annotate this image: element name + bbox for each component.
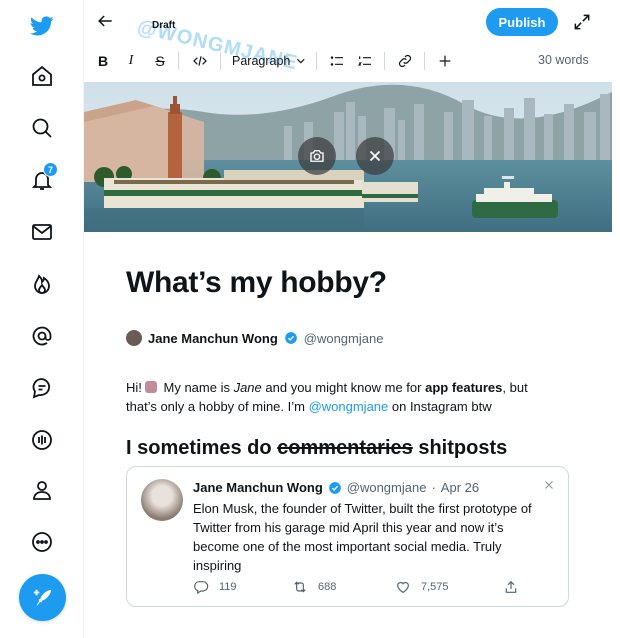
italic-button[interactable]: I bbox=[124, 50, 138, 72]
compose-icon bbox=[33, 589, 51, 605]
para-text: Hi! bbox=[126, 380, 142, 395]
retweet-icon bbox=[294, 581, 306, 593]
para-text: My name is bbox=[159, 380, 234, 395]
embedded-tweet[interactable]: Jane Manchun Wong @wongmjane · Apr 26 El… bbox=[126, 466, 569, 607]
expand-button[interactable] bbox=[572, 12, 592, 32]
tweet-header: Jane Manchun Wong @wongmjane · Apr 26 bbox=[193, 480, 479, 495]
chevron-down-icon bbox=[297, 58, 305, 64]
remove-photo-button[interactable] bbox=[356, 137, 394, 175]
home-icon[interactable] bbox=[22, 56, 62, 96]
article-paragraph[interactable]: Hi! My name is Jane and you might know m… bbox=[126, 378, 546, 416]
article-subheading[interactable]: I sometimes do commentaries shitposts bbox=[126, 437, 507, 460]
tweet-author-avatar[interactable] bbox=[141, 479, 183, 521]
header-image bbox=[84, 82, 612, 232]
close-icon bbox=[369, 150, 381, 162]
expand-icon bbox=[574, 14, 590, 30]
arrow-left-icon bbox=[98, 15, 112, 27]
toolbar-divider bbox=[316, 52, 317, 70]
author-byline: Jane Manchun Wong @wongmjane bbox=[126, 330, 383, 346]
reply-count: 119 bbox=[219, 581, 237, 593]
link-button[interactable] bbox=[396, 50, 414, 72]
more-icon[interactable] bbox=[22, 522, 62, 562]
code-button[interactable] bbox=[190, 50, 210, 72]
camera-icon bbox=[310, 150, 324, 162]
search-icon[interactable] bbox=[22, 108, 62, 148]
author-name: Jane Manchun Wong bbox=[148, 330, 278, 346]
numbered-list-icon bbox=[357, 56, 371, 66]
article-title[interactable]: What’s my hobby? bbox=[126, 266, 387, 300]
reply-icon bbox=[194, 581, 209, 595]
paragraph-style-value: Paragraph bbox=[232, 54, 291, 68]
profile-icon[interactable] bbox=[22, 470, 62, 510]
toolbar-divider bbox=[220, 52, 221, 70]
plus-icon bbox=[439, 55, 451, 67]
retweet-count: 688 bbox=[318, 581, 337, 593]
fire-icon[interactable] bbox=[22, 264, 62, 304]
tweet-date[interactable]: Apr 26 bbox=[441, 480, 479, 495]
separator-dot: · bbox=[431, 480, 436, 495]
notification-badge: 7 bbox=[43, 162, 58, 177]
topics-icon[interactable] bbox=[22, 368, 62, 408]
instagram-handle-link[interactable]: @wongmjane bbox=[309, 399, 389, 414]
compose-button[interactable] bbox=[19, 574, 66, 621]
retweet-button[interactable]: 688 bbox=[292, 579, 336, 595]
share-button[interactable] bbox=[503, 579, 519, 595]
mail-icon[interactable] bbox=[22, 212, 62, 252]
change-photo-button[interactable] bbox=[298, 137, 336, 175]
share-icon bbox=[505, 580, 517, 593]
publish-button[interactable]: Publish bbox=[486, 8, 558, 36]
verified-badge-icon bbox=[328, 481, 341, 494]
close-icon bbox=[545, 481, 553, 489]
numbered-list-button[interactable] bbox=[356, 50, 374, 72]
verified-badge-icon bbox=[284, 332, 297, 344]
para-text: on Instagram btw bbox=[388, 399, 492, 414]
subhead-text: I sometimes do bbox=[126, 437, 278, 459]
heart-icon bbox=[397, 581, 409, 594]
tweet-author-handle: @wongmjane bbox=[346, 480, 427, 495]
twitter-logo-icon[interactable] bbox=[22, 6, 62, 46]
bullet-list-icon bbox=[330, 56, 343, 66]
left-nav: 7 bbox=[0, 0, 84, 638]
bullet-list-button[interactable] bbox=[328, 50, 346, 72]
toolbar-divider bbox=[424, 52, 425, 70]
link-icon bbox=[398, 54, 412, 68]
tweet-actions: 119 688 7,575 bbox=[193, 579, 533, 597]
toolbar-divider bbox=[384, 52, 385, 70]
code-icon bbox=[193, 56, 207, 66]
para-text: and you might know me for bbox=[261, 380, 426, 395]
at-icon[interactable] bbox=[22, 316, 62, 356]
harbour-photo bbox=[84, 82, 612, 232]
emoji-icon bbox=[144, 381, 157, 393]
bold-button[interactable]: B bbox=[96, 50, 110, 72]
para-italic: Jane bbox=[233, 380, 262, 395]
back-button[interactable] bbox=[95, 11, 119, 35]
like-count: 7,575 bbox=[421, 581, 449, 593]
para-bold: app features bbox=[425, 380, 503, 395]
tweet-author-name[interactable]: Jane Manchun Wong bbox=[193, 480, 323, 495]
author-handle: @wongmjane bbox=[303, 330, 384, 346]
bell-icon[interactable]: 7 bbox=[22, 160, 62, 200]
author-avatar bbox=[126, 330, 142, 346]
spaces-icon[interactable] bbox=[22, 420, 62, 460]
draft-label: Draft bbox=[152, 20, 176, 31]
article-editor: 7 @WONGMJANE Draft Publish B I S Paragra… bbox=[0, 0, 620, 638]
strikethrough-button[interactable]: S bbox=[152, 50, 168, 72]
paragraph-style-select[interactable]: Paragraph bbox=[232, 50, 308, 72]
word-count: 30 words bbox=[538, 53, 589, 67]
tweet-text: Elon Musk, the founder of Twitter, built… bbox=[193, 501, 532, 573]
reply-button[interactable]: 119 bbox=[193, 579, 237, 595]
subhead-text: shitposts bbox=[412, 437, 508, 459]
toolbar-divider bbox=[178, 52, 179, 70]
like-button[interactable]: 7,575 bbox=[395, 579, 449, 595]
remove-tweet-button[interactable] bbox=[542, 478, 556, 492]
insert-button[interactable] bbox=[436, 50, 454, 72]
subhead-strikethrough: commentaries bbox=[277, 437, 413, 459]
